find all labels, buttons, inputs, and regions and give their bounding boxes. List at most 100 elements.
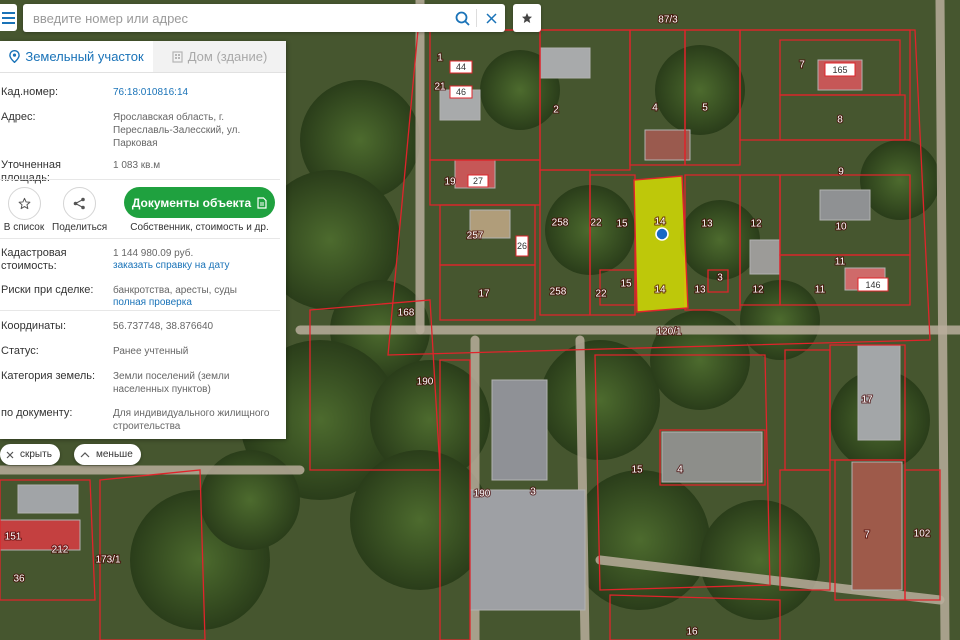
map-label: 3 [717,273,723,284]
tab-land-plot[interactable]: Земельный участок [0,41,153,72]
search-button[interactable] [448,5,476,31]
star-icon [522,13,532,23]
field-value: 1 144 980.09 руб. [113,248,194,259]
field-value: Ярославская область, г. Переславль-Залес… [113,112,241,149]
field-value: Для индивидуального жилищного строительс… [113,408,270,432]
search-icon [455,11,470,26]
map-label: 14 [654,217,666,228]
bookmark-button[interactable] [513,4,541,32]
map-label: 22 [595,289,607,300]
map-label: 7 [864,530,870,541]
map-label: 190 [417,377,434,388]
field-value: Ранее учтенный [113,346,189,357]
panel-tabs: Земельный участок Дом (здание) [0,41,286,73]
share-label: Поделиться [52,222,108,233]
map-label: 22 [590,218,602,229]
hide-panel-label: скрыть [20,449,52,460]
map-label: 13 [701,219,713,230]
map-label: 15 [616,219,628,230]
field-value: банкротства, аресты, суды [113,285,237,296]
object-documents-subtitle: Собственник, стоимость и др. [130,222,269,233]
map-label: 146 [865,280,880,290]
field-label: Кад.номер: [1,86,59,98]
map-label: 2 [553,105,559,116]
divider [0,238,280,239]
map-label: 36 [13,574,25,585]
map-label: 15 [620,279,632,290]
order-certificate-link[interactable]: заказать справку на дату [113,260,278,272]
map-label: 14 [654,285,666,296]
map-label: 102 [914,529,931,540]
map-label: 11 [815,285,826,296]
map-label: 11 [835,257,846,268]
map-label: 9 [838,167,844,178]
map-label: 17 [861,395,873,406]
collapse-panel-button[interactable]: меньше [74,444,141,465]
field-label: Координаты: [1,320,67,332]
map-label: 87/3 [658,15,678,26]
field-label: Кадастровая стоимость: [1,247,67,272]
map-label: 168 [398,308,415,319]
tab-building[interactable]: Дом (здание) [153,41,286,72]
map-label: 19 [444,177,456,188]
building-icon [172,50,183,63]
star-outline-icon [18,197,31,210]
map-label: 4 [677,465,683,476]
map-label: 7 [799,60,805,71]
field-value: Земли поселений (земли населенных пункто… [113,371,230,395]
field-label: Риски при сделке: [1,284,94,296]
document-icon [257,196,267,209]
map-label: 44 [456,62,466,72]
map-label: 5 [702,103,708,114]
map-label: 190 [474,489,491,500]
map-label: 151 [5,532,22,543]
map-label: 165 [832,65,847,75]
chevron-up-icon [80,451,90,457]
field-label: Статус: [1,345,39,357]
clear-button[interactable] [477,5,505,31]
tab-label: Дом (здание) [187,49,268,64]
map-label: 16 [686,627,698,638]
field-label: Категория земель: [1,370,96,382]
add-to-list-button[interactable] [8,187,41,220]
map-label: 21 [434,82,446,93]
hamburger-icon [2,11,15,24]
cadastral-number-link[interactable]: 76:18:010816:14 [113,86,278,99]
search-input[interactable] [23,5,448,31]
field-label: Уточненная площадь: [1,159,61,184]
map-label: 212 [52,545,69,556]
field-value-group: банкротства, аресты, суды полная проверк… [113,284,278,309]
location-pin-icon[interactable] [655,227,669,241]
full-check-link[interactable]: полная проверка [113,297,278,309]
map-label: 12 [752,285,764,296]
menu-button[interactable] [0,4,17,31]
tab-label: Земельный участок [25,49,144,64]
map-label: 4 [652,103,658,114]
map-label: 12 [750,219,762,230]
map-label: 3 [530,487,536,498]
object-documents-label: Документы объекта [131,195,252,210]
map-label: 15 [631,465,643,476]
field-value: 56.737748, 38.876640 [113,321,214,332]
share-button[interactable] [63,187,96,220]
share-icon [73,197,85,210]
collapse-panel-label: меньше [96,449,133,460]
map-label: 258 [550,287,567,298]
field-label: Адрес: [1,111,36,123]
search-bar [23,4,505,32]
divider [0,179,280,180]
close-icon [485,12,497,24]
hide-panel-button[interactable]: скрыть [0,444,60,465]
field-value: 1 083 кв.м [113,160,161,171]
add-to-list-label: В список [3,222,45,233]
object-documents-button[interactable]: Документы объекта [124,187,275,218]
divider [0,310,280,311]
field-label: по документу: [1,407,73,419]
map-label: 10 [835,222,847,233]
close-icon [6,451,14,458]
map-label: 8 [837,115,843,126]
map-label: 120/1 [656,327,681,338]
map-label: 27 [473,176,483,186]
map-label: 173/1 [95,555,120,566]
map-label: 1 [437,53,443,64]
